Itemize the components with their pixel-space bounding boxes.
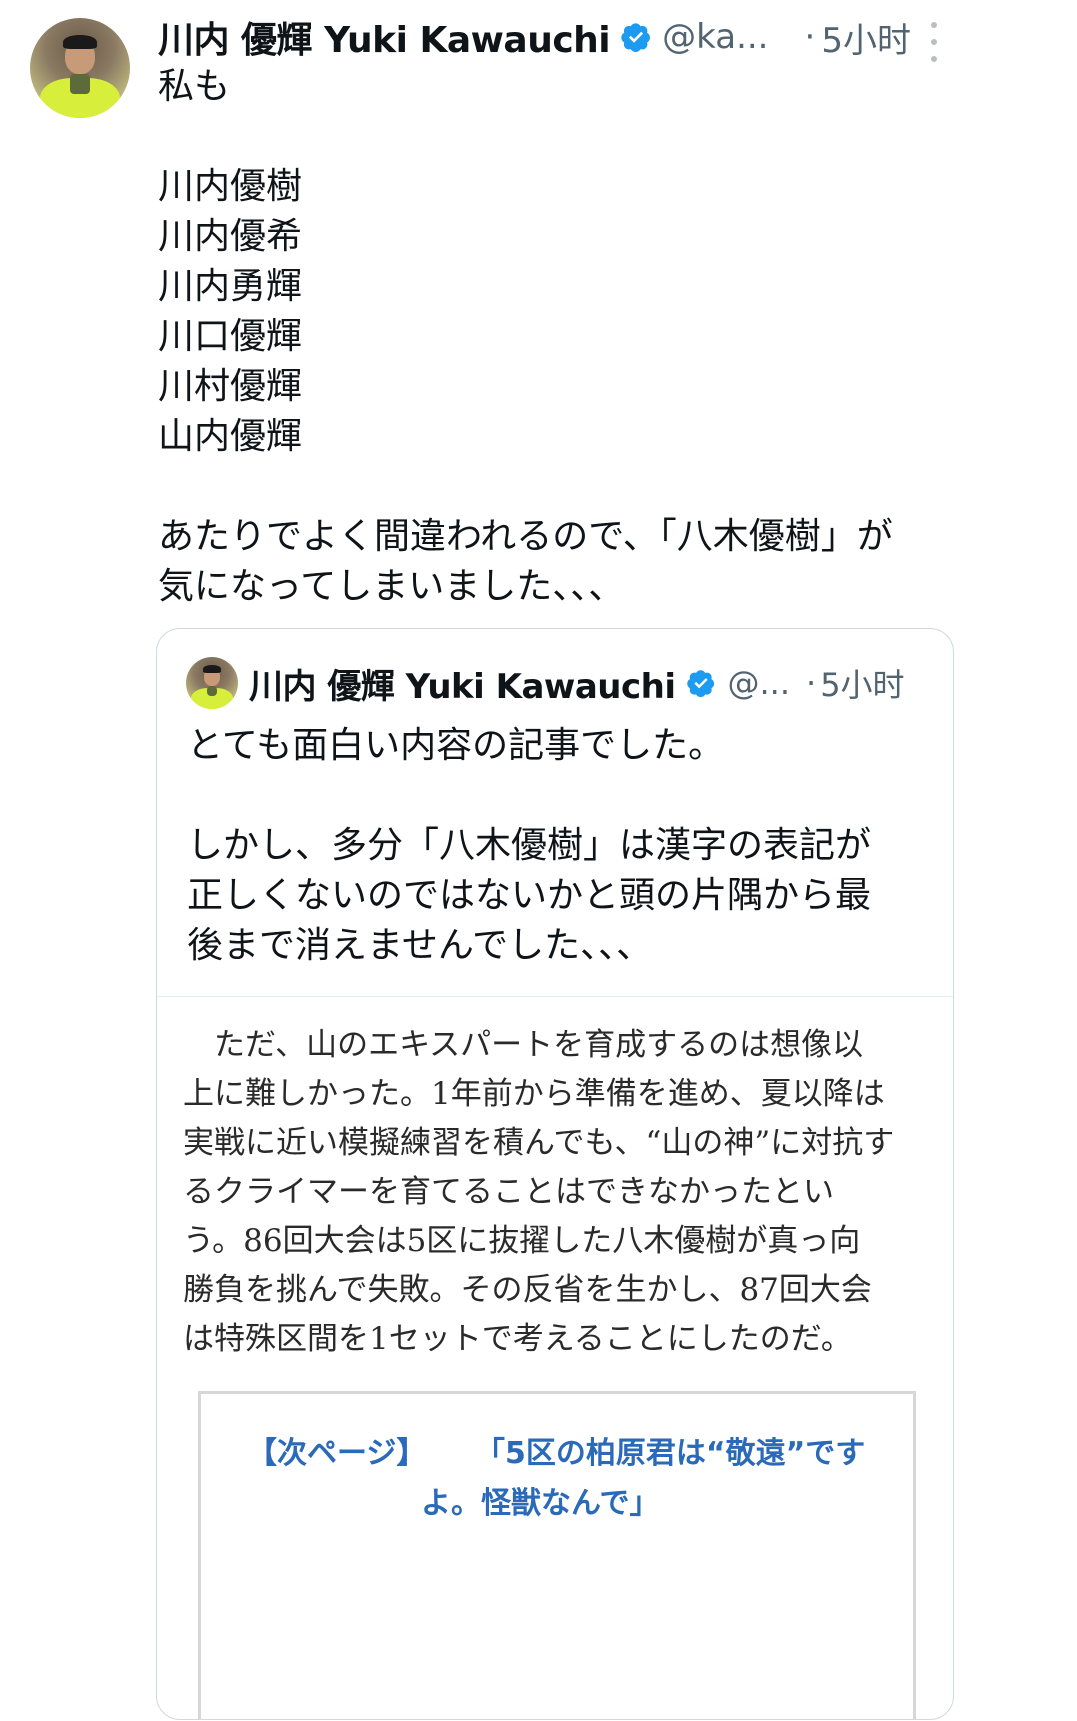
tweet-header: 川内 優輝 Yuki Kawauchi @ka... · 5小时 (158, 12, 911, 62)
verified-badge-icon (621, 23, 651, 52)
verified-badge-icon (686, 670, 714, 698)
tweet-timestamp[interactable]: 5小时 (821, 13, 911, 62)
author-handle[interactable]: @ka... (662, 17, 768, 57)
quoted-media-divider (157, 996, 953, 997)
quoted-tweet-header: 川内 優輝 Yuki Kawauchi @... · 5小时 (249, 659, 905, 707)
next-page-title-part-2: よ。怪獣なんで」 (421, 1486, 660, 1521)
quoted-tweet-timestamp: 5小时 (820, 666, 905, 704)
tweet-body: 私も 川内優樹 川内優希 川内勇輝 川口優輝 川村優輝 山内優輝 あたりでよく間… (158, 66, 893, 607)
next-page-title-part-1: 「5区の柏原君は“敬遠”です (475, 1436, 866, 1471)
quoted-tweet-body: とても面白い内容の記事でした。 しかし、多分「八木優樹」は漢字の表記が 正しくな… (187, 725, 872, 966)
avatar-collar (70, 74, 90, 94)
avatar-collar (207, 686, 217, 696)
quoted-author-avatar (186, 657, 238, 709)
quoted-tweet-card[interactable]: 川内 優輝 Yuki Kawauchi @... · 5小时 とても面白い内容の… (156, 628, 954, 1720)
more-options-icon[interactable] (924, 22, 944, 62)
quoted-author-name: 川内 優輝 Yuki Kawauchi (249, 666, 676, 707)
separator-dot: · (804, 17, 816, 57)
separator-dot: · (806, 664, 817, 702)
avatar-hair (203, 665, 221, 673)
avatar-hair (63, 35, 97, 49)
author-avatar[interactable] (30, 18, 130, 118)
author-name[interactable]: 川内 優輝 Yuki Kawauchi (158, 11, 611, 63)
next-page-label: 【次ページ】 (247, 1436, 427, 1471)
next-page-box[interactable]: 【次ページ】 「5区の柏原君は“敬遠”です よ。怪獣なんで」 (198, 1391, 916, 1719)
article-screenshot-text: ただ、山のエキスパートを育成するのは想像以 上に難しかった。1年前から準備を進め… (183, 1027, 895, 1357)
next-page-line-1: 【次ページ】 「5区の柏原君は“敬遠”です (247, 1428, 865, 1472)
more-dot (931, 22, 937, 28)
more-dot (931, 39, 937, 45)
quoted-author-handle: @... (727, 664, 791, 702)
